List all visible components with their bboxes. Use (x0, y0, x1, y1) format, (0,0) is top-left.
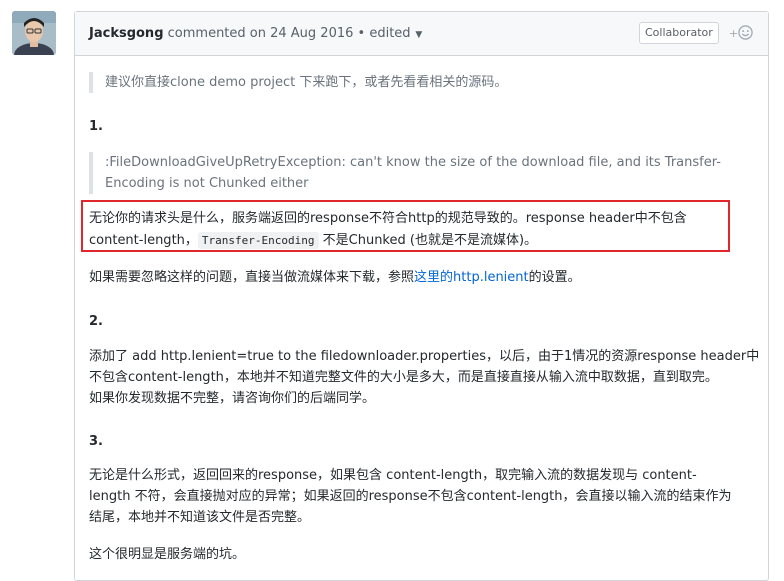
user-photo (12, 11, 56, 55)
paragraph-3-line-3: 结尾，本地并不知道该文件是否完整。 (89, 510, 311, 525)
smiley-icon (738, 25, 753, 40)
plus-icon: + (729, 27, 739, 40)
quote-1-text: 建议你直接clone demo project 下来跑下，或者先看看相关的源码。 (105, 75, 508, 90)
paragraph-1-post: 的设置。 (528, 270, 581, 285)
edited-dropdown[interactable]: edited ▼ (369, 26, 422, 41)
list-number-3: 3. (89, 434, 103, 449)
highlight-line-1: 无论你的请求头是什么，服务端返回的response不符合http的规范导致的。r… (89, 211, 687, 226)
highlight-line-2-post: 不是Chunked (也就是不是流媒体)。 (322, 233, 538, 248)
list-number-2: 2. (89, 314, 103, 329)
add-reaction-button[interactable]: + (729, 24, 753, 44)
paragraph-2-line-3: 如果你发现数据不完整，请咨询你们的后端同学。 (89, 391, 376, 406)
caret-down-icon: ▼ (412, 30, 423, 40)
paragraph-3-line-1: 无论是什么形式，返回回来的response，如果包含 content-lengt… (89, 468, 697, 483)
quote-2-line-1: :FileDownloadGiveUpRetryException: can't… (105, 155, 721, 170)
blockquote-2: :FileDownloadGiveUpRetryException: can't… (89, 152, 721, 194)
paragraph-2-line-1: 添加了 add http.lenient=true to the filedow… (89, 349, 760, 364)
paragraph-3-line-2: length 不符，会直接抛对应的异常；如果返回的response不包含cont… (89, 489, 732, 504)
avatar[interactable] (12, 11, 56, 55)
comment-box: Jacksgong commented on 24 Aug 2016 • edi… (74, 11, 769, 581)
quote-2-line-2: Encoding is not Chunked either (105, 176, 309, 191)
blockquote-1: 建议你直接clone demo project 下来跑下，或者先看看相关的源码。 (89, 72, 507, 93)
paragraph-1-pre: 如果需要忽略这样的问题，直接当做流媒体来下载，参照 (89, 270, 415, 285)
collaborator-badge: Collaborator (639, 22, 719, 44)
highlight-line-2: content-length， Transfer-Encoding 不是Chunk… (89, 230, 537, 251)
author-link[interactable]: Jacksgong (89, 26, 164, 41)
paragraph-2-line-2: 不包含content-length，本地并不知道完整文件的大小是多大，而是直接直… (89, 370, 718, 385)
highlight-line-2-pre: content-length， (89, 233, 198, 248)
transfer-encoding-code: Transfer-Encoding (197, 232, 319, 249)
comment-header: Jacksgong commented on 24 Aug 2016 • edi… (75, 12, 768, 56)
list-number-1: 1. (89, 119, 103, 134)
edited-label: edited (369, 26, 411, 41)
paragraph-4: 这个很明显是服务端的坑。 (89, 547, 246, 562)
comment-date[interactable]: commented on 24 Aug 2016 (168, 26, 354, 41)
comment-meta: Jacksgong commented on 24 Aug 2016 • edi… (89, 26, 422, 41)
http-lenient-link[interactable]: 这里的http.lenient (414, 270, 529, 285)
separator: • (357, 26, 366, 41)
paragraph-1: 如果需要忽略这样的问题，直接当做流媒体来下载，参照这里的http.lenient… (89, 267, 581, 288)
